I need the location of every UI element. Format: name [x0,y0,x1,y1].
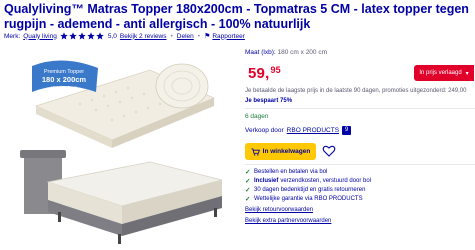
product-image[interactable]: Premium Topper 180 x 200cm Hoogte: 5 cm [0,44,232,250]
usp-item: ✓ Bestellen en betalen via bol [245,168,328,176]
usp-item: ✓ Inclusief verzendkosten, verstuurd door … [245,177,372,185]
rating-value: 5,0 [107,32,117,40]
badge-line-2: 180 x 200cm [42,75,87,84]
check-icon: ✓ [245,177,251,185]
badge-line-3: Hoogte: 5 cm [51,85,78,90]
usp-item: ✓ 30 dagen bedenktijd en gratis retourner… [245,186,366,194]
price: 59,95 [248,65,281,82]
divider [245,164,475,165]
size-label: Maat (lxb): [245,49,276,56]
star-icon [60,32,68,40]
seller-score-badge: 9 [342,126,352,135]
seller-prefix: Verkoop door [245,127,284,134]
chevron-down-icon: ▾ [465,70,469,77]
usp-list: ✓ Bestellen en betalen via bol ✓ Inclusief… [245,167,371,203]
premium-topper-badge: Premium Topper 180 x 200cm Hoogte: 5 cm [32,60,98,92]
share-link[interactable]: Delen [177,33,194,40]
cart-label: In winkelwagen [262,148,311,155]
price-whole: 59, [248,65,270,82]
brand-label: Merk: [4,32,21,40]
sale-label: In prijs verlaagd [419,70,462,76]
brand-link[interactable]: Qualy living [23,33,57,40]
seller-row: Verkoop door RBO PRODUCTS 9 [245,126,352,135]
check-icon: ✓ [245,195,251,203]
sale-badge[interactable]: In prijs verlaagd ▾ [414,65,474,81]
seller-link[interactable]: RBO PRODUCTS [287,127,339,134]
price-cents: 95 [270,65,281,75]
lowest-price-note: Je betaalde de laagste prijs in de laats… [245,88,467,94]
reviews-link[interactable]: Bekijk 2 reviews [120,33,167,40]
check-icon: ✓ [245,186,251,194]
report-link[interactable]: Rapporteer [212,33,245,40]
size-selector[interactable]: Maat (lxb): 180 cm x 200 cm [245,49,327,56]
size-value: 180 cm x 200 cm [277,49,328,56]
savings-text: Je bespaart 75% [245,98,293,104]
check-icon: ✓ [245,168,251,176]
separator-dot: • [197,32,201,40]
star-icon [87,32,95,40]
star-icon [69,32,77,40]
cart-icon [251,147,260,156]
rating-stars [60,32,105,40]
add-to-cart-button[interactable]: In winkelwagen [245,143,316,160]
divider [245,108,475,109]
separator-dot: • [170,32,173,40]
bed-illustration [20,150,223,244]
delivery-time: 6 dagen [245,113,269,120]
heart-icon[interactable] [322,144,336,158]
star-icon [96,32,104,40]
returns-link[interactable]: Bekijk retourvoorwaarden [245,207,313,213]
star-icon [78,32,86,40]
product-meta-row: Merk: Qualy living 5,0 Bekijk 2 reviews … [4,32,245,40]
flag-icon: ⚑ [204,33,211,40]
partner-terms-link[interactable]: Bekijk extra partnervoorwaarden [245,218,331,224]
usp-item: ✓ Wettelijke garantie via RBO PRODUCTS [245,195,363,203]
product-title: Qualyliving™ Matras Topper 180x200cm - T… [4,2,469,31]
